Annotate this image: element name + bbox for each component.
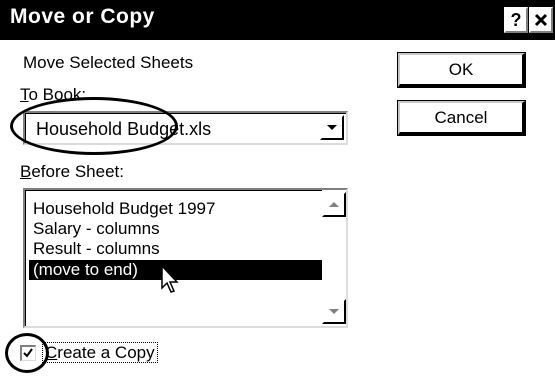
to-book-dropdown[interactable]: Household Budget.xls bbox=[23, 111, 348, 145]
cancel-button[interactable]: Cancel bbox=[397, 100, 526, 136]
to-book-label-text: o Book: bbox=[28, 85, 87, 104]
list-scrollbar[interactable] bbox=[322, 190, 346, 326]
before-sheet-listbox[interactable]: Household Budget 1997 Salary - columns R… bbox=[23, 188, 348, 328]
triangle-up-icon bbox=[329, 202, 339, 207]
close-icon bbox=[534, 13, 548, 27]
to-book-dropdown-field: Household Budget.xls bbox=[25, 113, 346, 143]
title-bar[interactable]: Move or Copy ? bbox=[0, 0, 555, 40]
scroll-up-button[interactable] bbox=[322, 192, 346, 217]
before-sheet-label-text: efore Sheet: bbox=[31, 162, 124, 181]
move-or-copy-dialog: Move or Copy ? Move Selected Sheets To B… bbox=[0, 0, 555, 381]
move-selected-sheets-label: Move Selected Sheets bbox=[23, 53, 194, 72]
to-book-value: Household Budget.xls bbox=[36, 119, 212, 139]
to-book-dropdown-button[interactable] bbox=[320, 115, 344, 140]
triangle-down-icon bbox=[329, 309, 339, 314]
triangle-down-icon bbox=[327, 125, 337, 130]
list-item[interactable]: Salary - columns bbox=[29, 219, 327, 239]
help-icon: ? bbox=[510, 10, 522, 30]
create-copy-label[interactable]: Create a Copy bbox=[42, 342, 158, 363]
create-copy-label-text: reate a Copy bbox=[57, 343, 155, 362]
create-copy-checkbox[interactable] bbox=[20, 345, 36, 361]
help-button[interactable]: ? bbox=[504, 7, 528, 33]
dialog-title: Move or Copy bbox=[10, 5, 155, 28]
ok-button[interactable]: OK bbox=[397, 52, 526, 88]
checkmark-icon bbox=[23, 348, 33, 358]
list-item[interactable]: Result - columns bbox=[29, 239, 327, 259]
to-book-label: To Book: bbox=[20, 85, 86, 105]
before-sheet-list: Household Budget 1997 Salary - columns R… bbox=[25, 190, 346, 326]
before-sheet-label: Before Sheet: bbox=[20, 162, 124, 182]
to-book-mnemonic: T bbox=[20, 85, 29, 104]
close-button[interactable] bbox=[529, 7, 553, 33]
list-item-selected[interactable]: (move to end) bbox=[29, 260, 327, 280]
before-sheet-mnemonic: B bbox=[20, 162, 32, 181]
list-item[interactable]: Household Budget 1997 bbox=[29, 199, 327, 219]
scroll-down-button[interactable] bbox=[322, 299, 346, 324]
create-copy-mnemonic: C bbox=[45, 343, 58, 362]
